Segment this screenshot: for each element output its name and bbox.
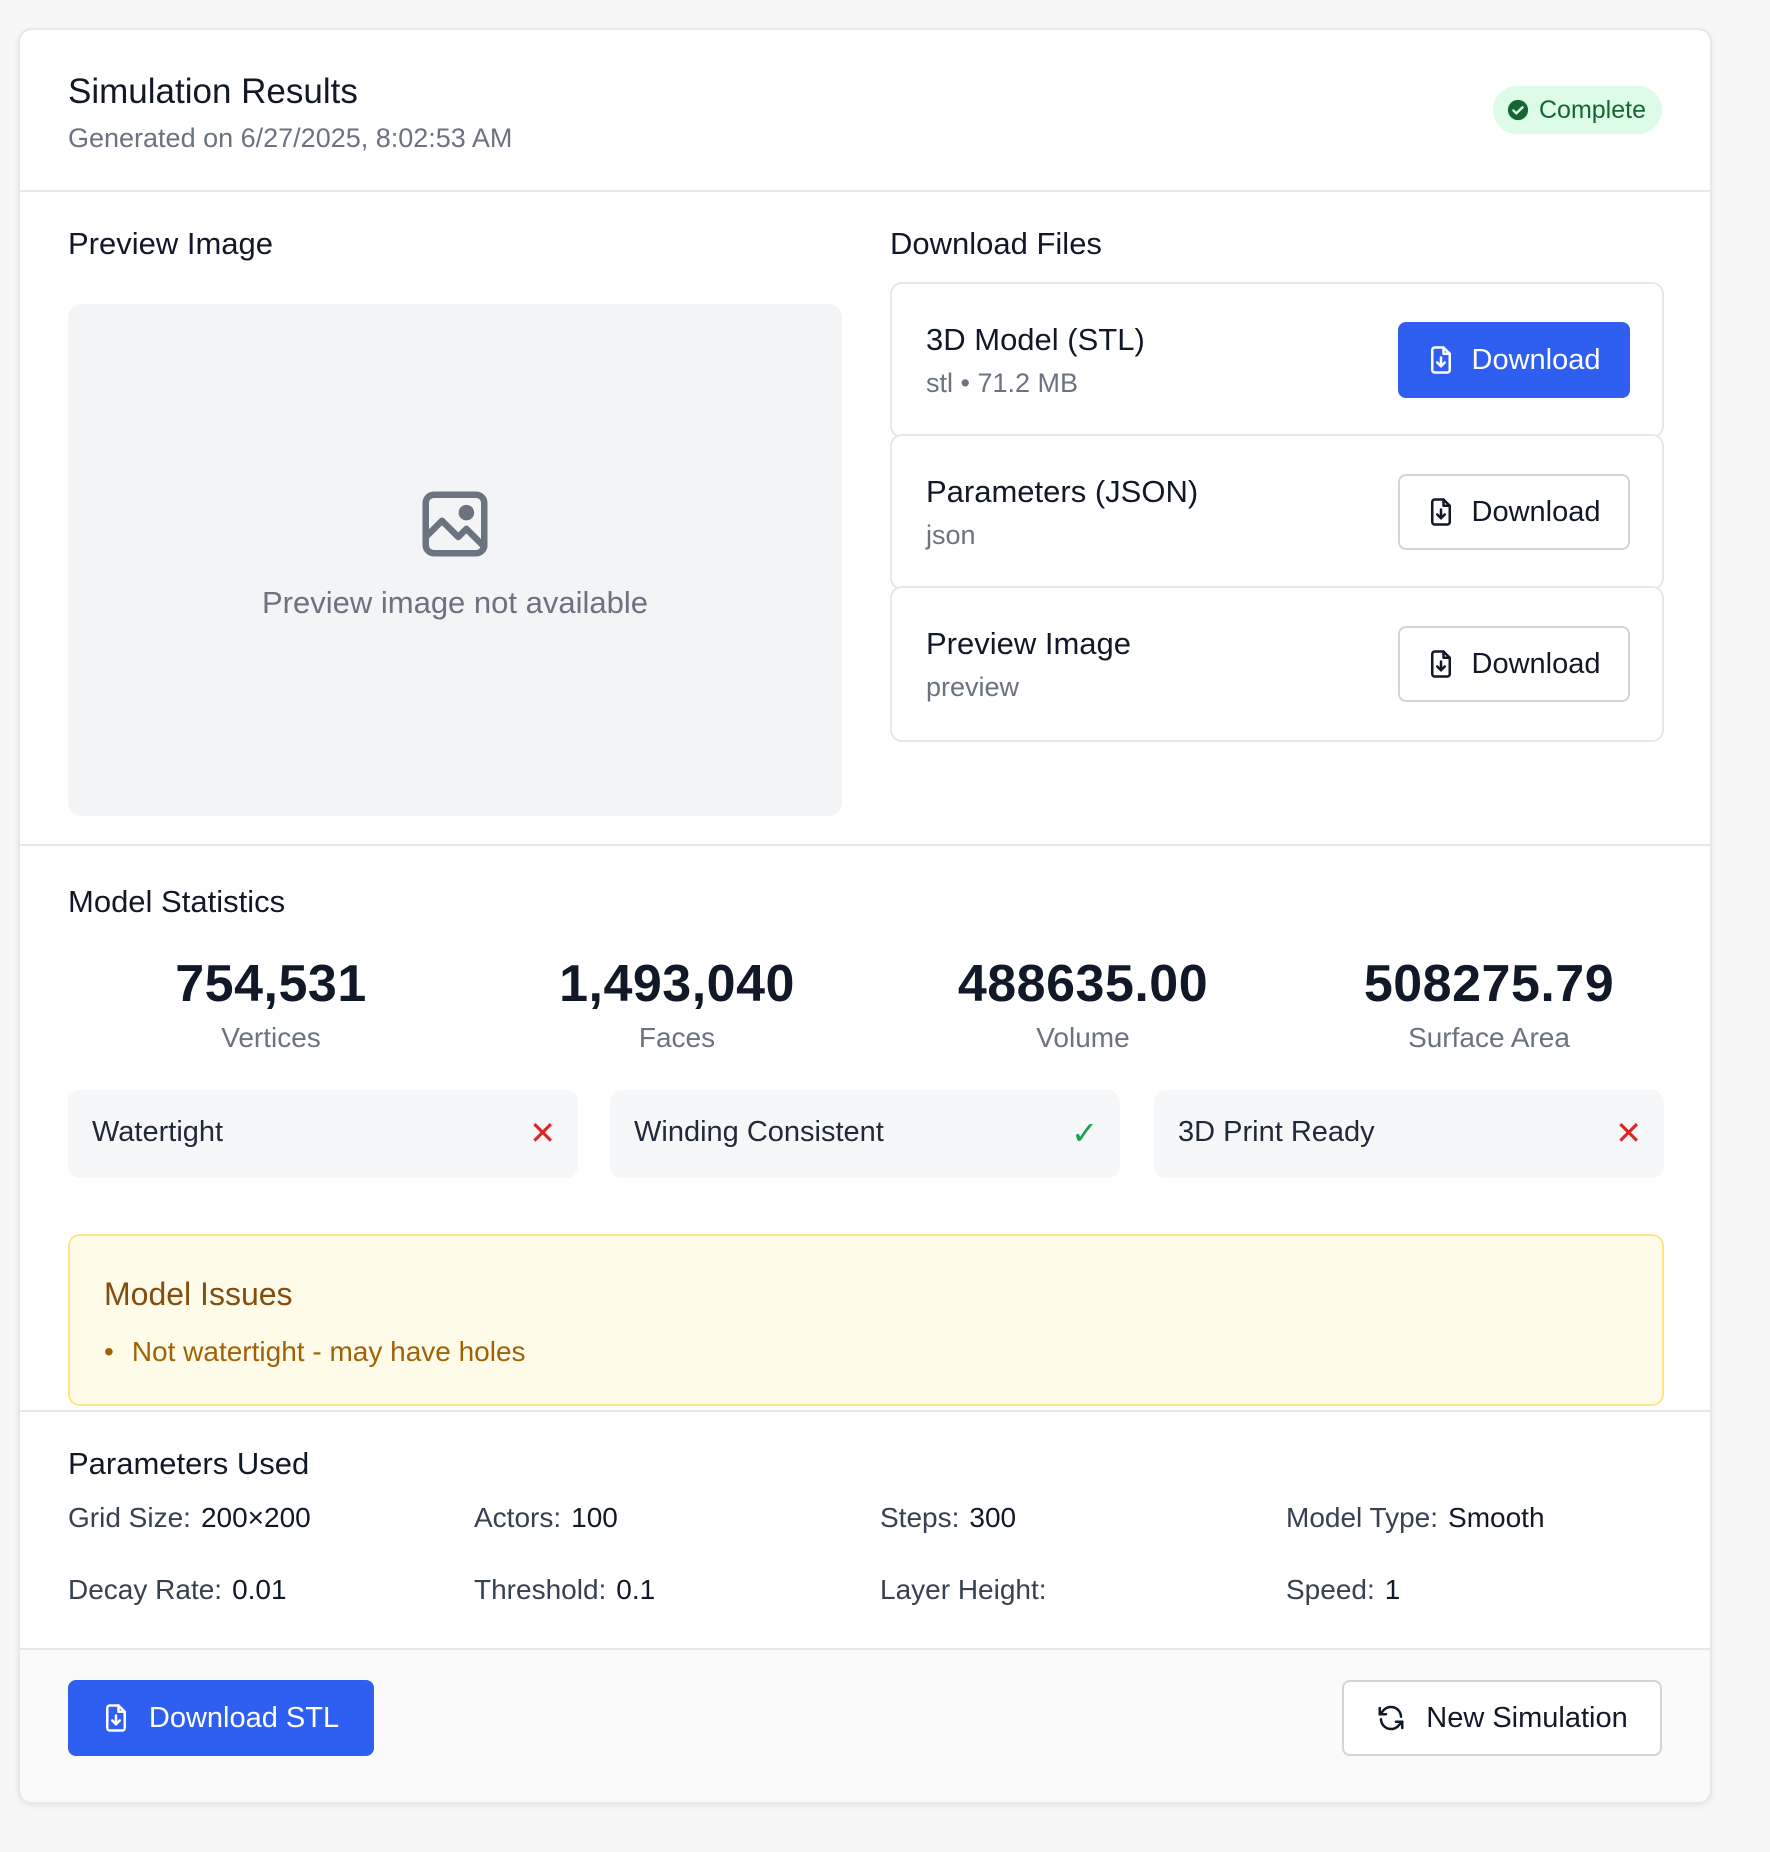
- param-speed: Speed: 1: [1286, 1574, 1400, 1606]
- stat-value: 1,493,040: [559, 955, 795, 1013]
- file-name: Parameters (JSON): [926, 474, 1199, 509]
- model-statistics-section: Model Statistics 754,531 Vertices 1,493,…: [20, 846, 1710, 1412]
- download-preview-file-button[interactable]: Download: [1398, 626, 1630, 702]
- param-model-type: Model Type: Smooth: [1286, 1502, 1545, 1534]
- new-simulation-label: New Simulation: [1426, 1701, 1628, 1734]
- file-meta: stl • 71.2 MB: [926, 368, 1079, 398]
- stat-volume: 488635.00 Volume: [880, 954, 1286, 1054]
- generated-timestamp: Generated on 6/27/2025, 8:02:53 AM: [68, 123, 513, 153]
- x-mark-icon: ✕: [529, 1115, 556, 1151]
- param-key: Steps:: [880, 1502, 960, 1533]
- download-json-file-button[interactable]: Download: [1398, 474, 1630, 550]
- stat-label: Faces: [638, 1022, 716, 1053]
- refresh-icon: [1378, 1705, 1404, 1731]
- downloads-heading: Download Files: [890, 226, 1102, 261]
- check-circle-icon: [1507, 99, 1529, 121]
- stat-value: 508275.79: [1363, 955, 1615, 1013]
- stat-surface-area: 508275.79 Surface Area: [1286, 954, 1692, 1054]
- bullet-icon: •: [104, 1336, 114, 1367]
- check-label: 3D Print Ready: [1178, 1116, 1375, 1148]
- param-key: Actors:: [474, 1502, 562, 1533]
- download-button-label: Download: [1471, 495, 1601, 528]
- download-stl-button[interactable]: Download STL: [68, 1680, 374, 1756]
- stat-value: 488635.00: [957, 955, 1209, 1013]
- check-winding-consistent: Winding Consistent ✓: [610, 1090, 1120, 1178]
- stats-heading: Model Statistics: [68, 884, 286, 919]
- check-print-ready: 3D Print Ready ✕: [1154, 1090, 1664, 1178]
- new-simulation-button[interactable]: New Simulation: [1342, 1680, 1662, 1756]
- stat-label: Surface Area: [1408, 1022, 1570, 1053]
- issue-text: Not watertight - may have holes: [131, 1336, 526, 1367]
- checkmark-icon: ✓: [1071, 1115, 1098, 1151]
- download-button-label: Download: [1471, 647, 1601, 680]
- param-value: 300: [969, 1502, 1017, 1533]
- parameters-section: Parameters Used Grid Size: 200×200 Actors…: [20, 1412, 1710, 1650]
- file-card-preview: Preview Image preview Download: [890, 586, 1664, 742]
- param-value: 1: [1384, 1574, 1401, 1605]
- results-footer: Download STL New Simulation: [20, 1650, 1710, 1802]
- stat-vertices: 754,531 Vertices: [68, 954, 474, 1054]
- status-badge: Complete: [1493, 86, 1662, 134]
- param-decay-rate: Decay Rate: 0.01: [68, 1574, 287, 1606]
- stat-label: Vertices: [221, 1022, 321, 1053]
- image-icon: [422, 491, 488, 557]
- preview-unavailable-text: Preview image not available: [262, 585, 648, 620]
- param-steps: Steps: 300: [880, 1502, 1016, 1534]
- file-download-icon: [1430, 498, 1451, 526]
- file-download-icon: [1430, 650, 1451, 678]
- param-value: 0.1: [616, 1574, 656, 1605]
- issues-title: Model Issues: [104, 1276, 293, 1312]
- param-key: Speed:: [1286, 1574, 1375, 1605]
- download-stl-label: Download STL: [148, 1701, 340, 1734]
- file-card-json: Parameters (JSON) json Download: [890, 434, 1664, 590]
- model-issues-panel: Model Issues • Not watertight - may have…: [68, 1234, 1664, 1406]
- x-mark-icon: ✕: [1615, 1115, 1642, 1151]
- param-key: Decay Rate:: [68, 1574, 223, 1605]
- download-button-label: Download: [1471, 343, 1601, 376]
- param-value: 0.01: [232, 1574, 287, 1605]
- file-name: Preview Image: [926, 626, 1132, 661]
- status-label: Complete: [1539, 95, 1646, 124]
- check-label: Winding Consistent: [634, 1116, 884, 1148]
- file-meta: preview: [926, 672, 1020, 702]
- results-header: Simulation Results Generated on 6/27/202…: [20, 30, 1710, 192]
- download-stl-file-button[interactable]: Download: [1398, 322, 1630, 398]
- preview-placeholder: Preview image not available: [68, 304, 842, 816]
- param-key: Threshold:: [474, 1574, 607, 1605]
- param-value: 200×200: [200, 1502, 311, 1533]
- file-name: 3D Model (STL): [926, 322, 1145, 357]
- file-download-icon: [105, 1704, 126, 1732]
- param-key: Layer Height:: [880, 1574, 1047, 1605]
- file-card-stl: 3D Model (STL) stl • 71.2 MB Download: [890, 282, 1664, 438]
- params-heading: Parameters Used: [68, 1446, 310, 1481]
- param-layer-height: Layer Height:: [880, 1574, 1057, 1606]
- check-label: Watertight: [92, 1116, 224, 1148]
- param-value: Smooth: [1448, 1502, 1545, 1533]
- page-title: Simulation Results: [68, 72, 358, 111]
- results-card: Simulation Results Generated on 6/27/202…: [18, 28, 1712, 1804]
- param-value: 100: [571, 1502, 618, 1533]
- stat-label: Volume: [1036, 1022, 1130, 1053]
- file-download-icon: [1430, 346, 1451, 374]
- issue-item: • Not watertight - may have holes: [104, 1336, 526, 1368]
- param-grid-size: Grid Size: 200×200: [68, 1502, 311, 1534]
- param-threshold: Threshold: 0.1: [474, 1574, 655, 1606]
- param-key: Grid Size:: [68, 1502, 191, 1533]
- param-key: Model Type:: [1286, 1502, 1439, 1533]
- stat-value: 754,531: [175, 955, 367, 1013]
- check-watertight: Watertight ✕: [68, 1090, 578, 1178]
- stat-faces: 1,493,040 Faces: [474, 954, 880, 1054]
- preview-download-section: Preview Image Preview image not availabl…: [20, 192, 1710, 846]
- file-meta: json: [926, 520, 976, 550]
- param-actors: Actors: 100: [474, 1502, 618, 1534]
- preview-heading: Preview Image: [68, 226, 274, 261]
